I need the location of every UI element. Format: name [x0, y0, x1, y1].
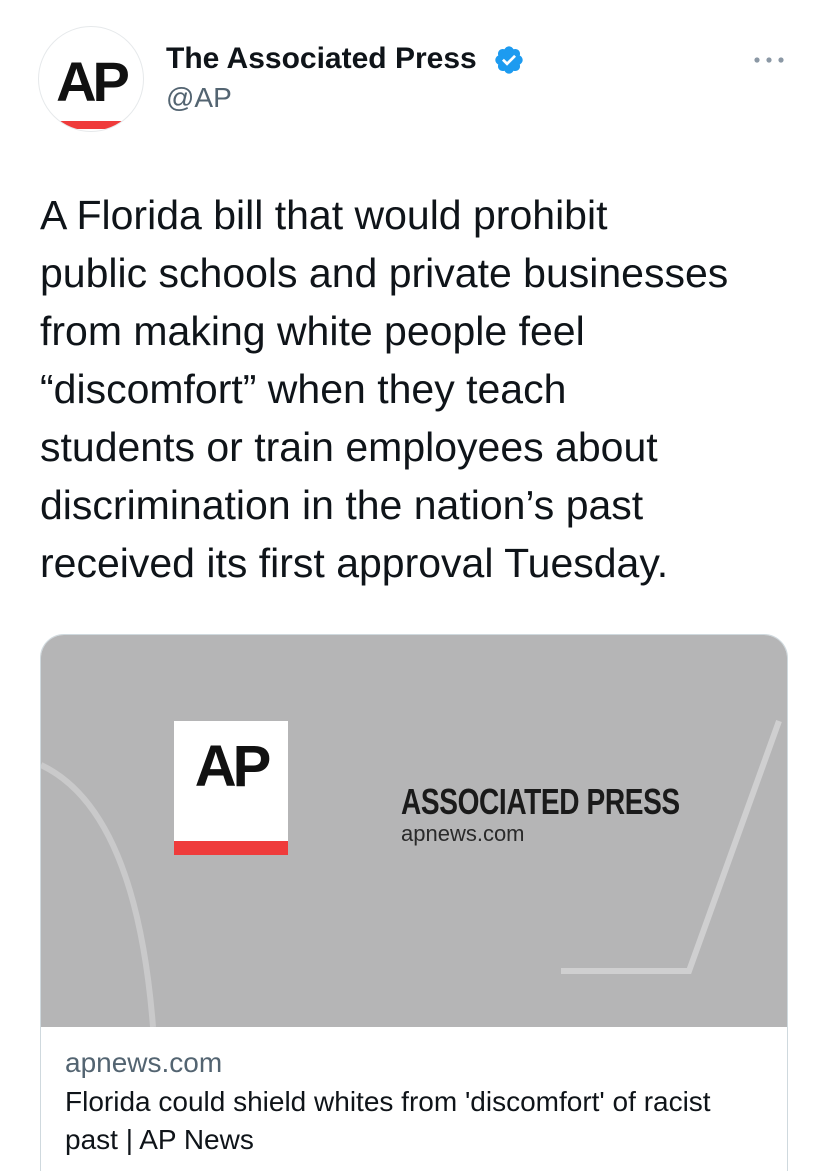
link-preview-card[interactable]: AP ASSOCIATED PRESS apnews.com apnews.co… [40, 634, 788, 1171]
card-image-title: ASSOCIATED PRESS [401, 781, 680, 822]
ap-logo: AP [174, 721, 288, 855]
card-title[interactable]: Florida could shield whites from 'discom… [65, 1083, 765, 1159]
ap-logo-bar [174, 841, 288, 855]
tweet-text-line: from making white people feel [40, 308, 585, 354]
avatar[interactable]: AP [38, 26, 144, 132]
ap-logo-text: AP [194, 734, 272, 799]
tweet[interactable]: AP The Associated Press @AP A Florida bi… [0, 0, 828, 1171]
card-image[interactable]: AP ASSOCIATED PRESS apnews.com [41, 635, 787, 1027]
display-name[interactable]: The Associated Press [166, 42, 477, 76]
verified-badge-icon [495, 46, 523, 74]
tweet-text-line: received its first approval Tuesday. [40, 540, 669, 586]
tweet-text-line: “discomfort” when they teach [40, 366, 567, 412]
tweet-text-line: students or train employees about [40, 424, 658, 470]
card-domain: apnews.com [65, 1047, 223, 1078]
tweet-text-line: discrimination in the nation’s past [40, 482, 644, 528]
avatar-logo-text: AP [56, 50, 130, 113]
more-options-icon[interactable] [752, 50, 786, 70]
card-meta[interactable]: apnews.com Florida could shield whites f… [65, 1045, 765, 1159]
card-image-domain: apnews.com [401, 821, 525, 846]
avatar-logo-bar [55, 121, 127, 129]
handle[interactable]: @AP [166, 82, 232, 114]
tweet-text-line: A Florida bill that would prohibit [40, 192, 608, 238]
tweet-text-line: public schools and private businesses [40, 250, 729, 296]
tweet-text: A Florida bill that would prohibit publi… [40, 186, 800, 592]
